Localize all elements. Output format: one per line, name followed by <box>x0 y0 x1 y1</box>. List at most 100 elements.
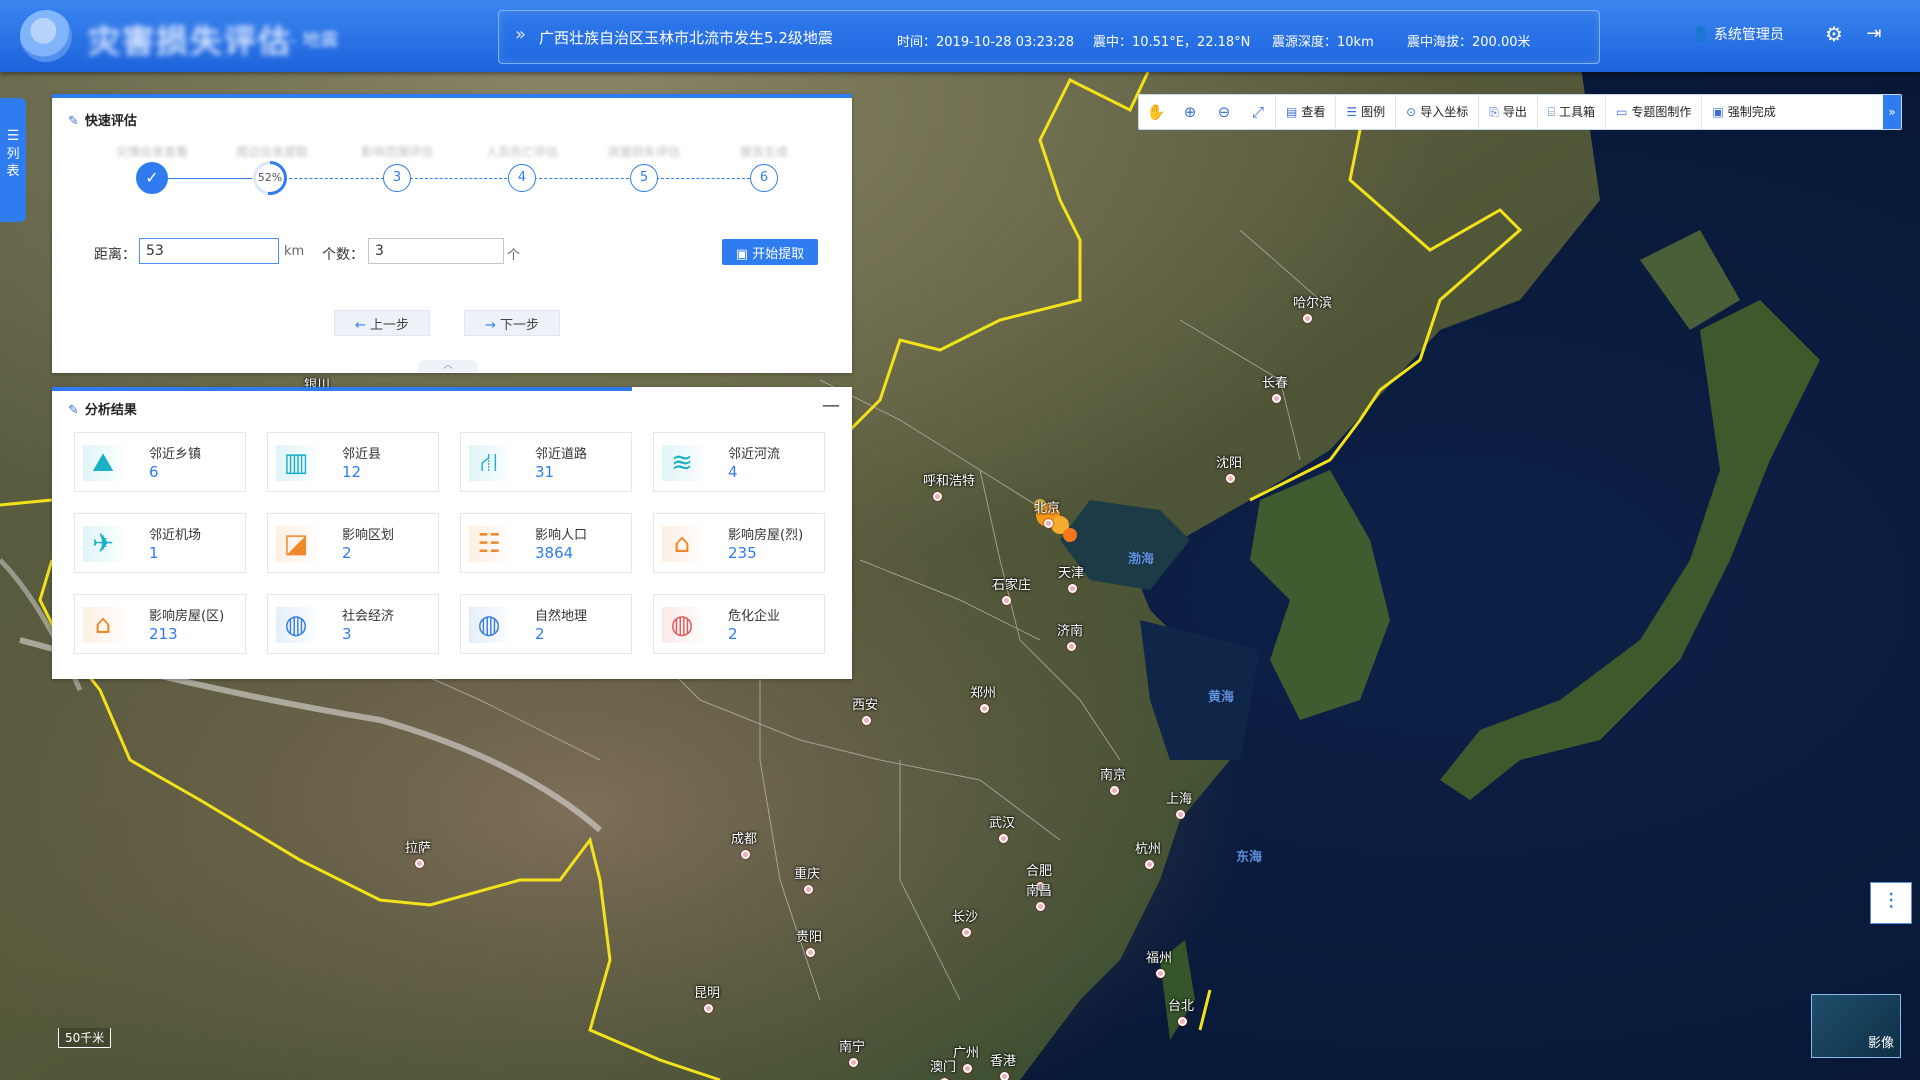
double-chevron-right-icon: » <box>515 24 527 45</box>
city-label: 西安 <box>852 698 879 713</box>
city-label: 武汉 <box>989 816 1016 831</box>
step-6[interactable]: 6 <box>750 164 778 192</box>
city-marker[interactable] <box>862 716 871 725</box>
city-marker[interactable] <box>1067 642 1076 651</box>
earthquake-time: 时间：2019-10-28 03:23:28 <box>897 35 1075 50</box>
city-marker[interactable] <box>1156 969 1165 978</box>
toolbar-expand-icon[interactable]: » <box>1883 95 1901 129</box>
city-marker[interactable] <box>1145 860 1154 869</box>
city-marker[interactable] <box>963 1064 972 1073</box>
result-card-10[interactable]: ◍ 社会经济 3 <box>267 594 439 654</box>
count-input[interactable] <box>368 238 504 264</box>
collapse-up-icon[interactable]: ︿ <box>418 360 478 372</box>
city-marker[interactable] <box>1068 584 1077 593</box>
result-card-3[interactable]: ⛙ 邻近道路 31 <box>460 432 632 492</box>
result-card-4[interactable]: ≋ 邻近河流 4 <box>653 432 825 492</box>
previous-step-button[interactable]: ← 上一步 <box>334 310 430 336</box>
building-icon: ▥ <box>276 445 316 481</box>
result-card-7[interactable]: ☷ 影响人口 3864 <box>460 513 632 573</box>
result-card-2[interactable]: ▥ 邻近县 12 <box>267 432 439 492</box>
import-coordinates-button[interactable]: ⊙ 导入坐标 <box>1395 95 1478 129</box>
city-marker[interactable] <box>1176 810 1185 819</box>
city-marker[interactable] <box>415 859 424 868</box>
city-marker[interactable] <box>806 948 815 957</box>
city-marker[interactable] <box>804 885 813 894</box>
thematic-map-icon: ▭ <box>1616 105 1628 119</box>
start-extract-button[interactable]: ▣ 开始提取 <box>722 239 818 265</box>
imagery-toggle-button[interactable]: 影像 <box>1811 994 1901 1058</box>
result-card-11[interactable]: ◍ 自然地理 2 <box>460 594 632 654</box>
view-button[interactable]: ▤ 查看 <box>1275 95 1335 129</box>
city-marker[interactable] <box>962 928 971 937</box>
step-label-4: 人员伤亡评估 <box>485 145 559 159</box>
step-label-5: 房屋损失评估 <box>607 145 681 159</box>
step-4[interactable]: 4 <box>508 164 536 192</box>
city-marker[interactable] <box>849 1058 858 1067</box>
export-icon: ⎘ <box>1489 105 1499 119</box>
step-3[interactable]: 3 <box>383 164 411 192</box>
result-card-12[interactable]: ◍ 危化企业 2 <box>653 594 825 654</box>
location-pin-icon: ⊙ <box>1406 105 1417 119</box>
pan-hand-icon[interactable]: ✋ <box>1139 95 1173 129</box>
city-marker[interactable] <box>933 492 942 501</box>
city-marker[interactable] <box>1178 1017 1187 1026</box>
zoom-out-icon[interactable]: ⊖ <box>1207 95 1241 129</box>
city-marker[interactable] <box>1303 314 1312 323</box>
result-card-value: 1 <box>149 544 159 562</box>
gear-icon[interactable]: ⚙ <box>1822 22 1846 46</box>
result-card-8[interactable]: ⌂ 影响房屋(烈) 235 <box>653 513 825 573</box>
user-menu[interactable]: 👤 系统管理员 <box>1692 24 1784 44</box>
earthquake-title: 广西壮族自治区玉林市北流市发生5.2级地震 <box>539 29 833 47</box>
step-2-progress[interactable]: 52% <box>253 161 287 195</box>
city-label: 济南 <box>1057 624 1084 639</box>
city-label: 沈阳 <box>1216 456 1243 471</box>
city-label: 拉萨 <box>405 841 432 856</box>
step-1-done-check-icon[interactable]: ✓ <box>136 162 168 194</box>
city-marker[interactable] <box>1036 902 1045 911</box>
city-marker[interactable] <box>1002 596 1011 605</box>
city-label: 郑州 <box>970 686 997 701</box>
view-icon: ▤ <box>1286 105 1298 119</box>
step-5[interactable]: 5 <box>630 164 658 192</box>
earthquake-altitude: 震中海拔：200.00米 <box>1407 35 1531 50</box>
toolbox-button[interactable]: ⌸ 工具箱 <box>1536 95 1605 129</box>
city-marker[interactable] <box>1000 1072 1009 1080</box>
map-toolbar: ✋ ⊕ ⊖ ⤢ ▤ 查看 ☰ 图例 ⊙ 导入坐标 ⎘ 导出 ⌸ 工具箱 ▭ 专题图制作 ▣ 强… <box>1138 94 1902 130</box>
result-card-5[interactable]: ✈ 邻近机场 1 <box>74 513 246 573</box>
result-card-name: 邻近道路 <box>535 447 588 462</box>
distance-input[interactable] <box>139 238 279 264</box>
minimize-icon[interactable]: — <box>822 395 840 416</box>
earthquake-epicenter: 震中：10.51°E，22.18°N <box>1093 35 1251 50</box>
city-marker[interactable] <box>999 834 1008 843</box>
city-marker[interactable] <box>741 850 750 859</box>
result-card-9[interactable]: ⌂ 影响房屋(区) 213 <box>74 594 246 654</box>
globe-economy-icon: ◍ <box>276 607 316 643</box>
globe-geography-icon: ◍ <box>469 607 509 643</box>
toolbox-icon: ⌸ <box>1547 105 1556 119</box>
city-marker[interactable] <box>980 704 989 713</box>
thematic-map-button[interactable]: ▭ 专题图制作 <box>1605 95 1701 129</box>
result-card-name: 危化企业 <box>728 609 781 624</box>
city-label: 香港 <box>990 1054 1017 1069</box>
force-complete-button[interactable]: ▣ 强制完成 <box>1701 95 1785 129</box>
sea-label-bohai: 渤海 <box>1128 552 1155 567</box>
city-marker[interactable] <box>1272 394 1281 403</box>
legend-button[interactable]: ☰ 图例 <box>1335 95 1395 129</box>
city-marker[interactable] <box>1226 474 1235 483</box>
city-label: 天津 <box>1058 566 1085 581</box>
next-step-button[interactable]: → 下一步 <box>464 310 560 336</box>
city-marker[interactable] <box>1110 786 1119 795</box>
logout-icon[interactable]: ⇥ <box>1862 22 1886 46</box>
layer-filter-sliders-icon[interactable]: ⫶ <box>1870 882 1912 924</box>
quick-evaluation-panel: ✎ 快速评估 灾情信息查看 周边信息提取 影响范围评估 人员伤亡评估 房屋损失评估… <box>52 94 852 373</box>
result-card-6[interactable]: ◪ 影响区划 2 <box>267 513 439 573</box>
list-side-tab[interactable]: ☰ 列表 <box>0 98 26 222</box>
full-extent-icon[interactable]: ⤢ <box>1241 95 1275 129</box>
zoom-in-icon[interactable]: ⊕ <box>1173 95 1207 129</box>
result-card-1[interactable]: ⛰ 邻近乡镇 6 <box>74 432 246 492</box>
export-button[interactable]: ⎘ 导出 <box>1478 95 1537 129</box>
airport-icon: ✈ <box>83 526 123 562</box>
city-marker[interactable] <box>1044 519 1053 528</box>
city-marker[interactable] <box>704 1004 713 1013</box>
step-line-2 <box>284 178 384 179</box>
